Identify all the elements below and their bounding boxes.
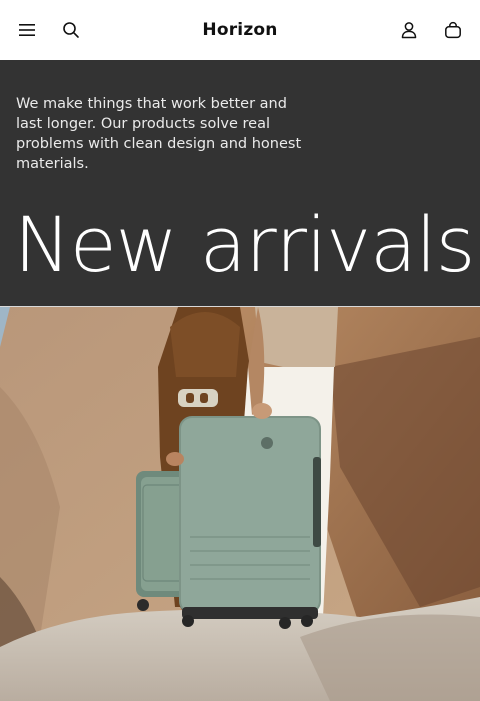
hero-image[interactable] [0,306,480,701]
site-header: Horizon [0,0,480,60]
menu-icon[interactable] [14,17,40,43]
account-icon[interactable] [396,17,422,43]
header-right [396,17,466,43]
cart-icon[interactable] [440,17,466,43]
hero-title: New arrivals [14,200,475,289]
hero-intro-text: We make things that work better and last… [16,96,302,172]
brand-logo[interactable]: Horizon [202,20,277,40]
header-left [14,17,84,43]
hero-section: We make things that work better and last… [0,60,480,306]
search-icon[interactable] [58,17,84,43]
